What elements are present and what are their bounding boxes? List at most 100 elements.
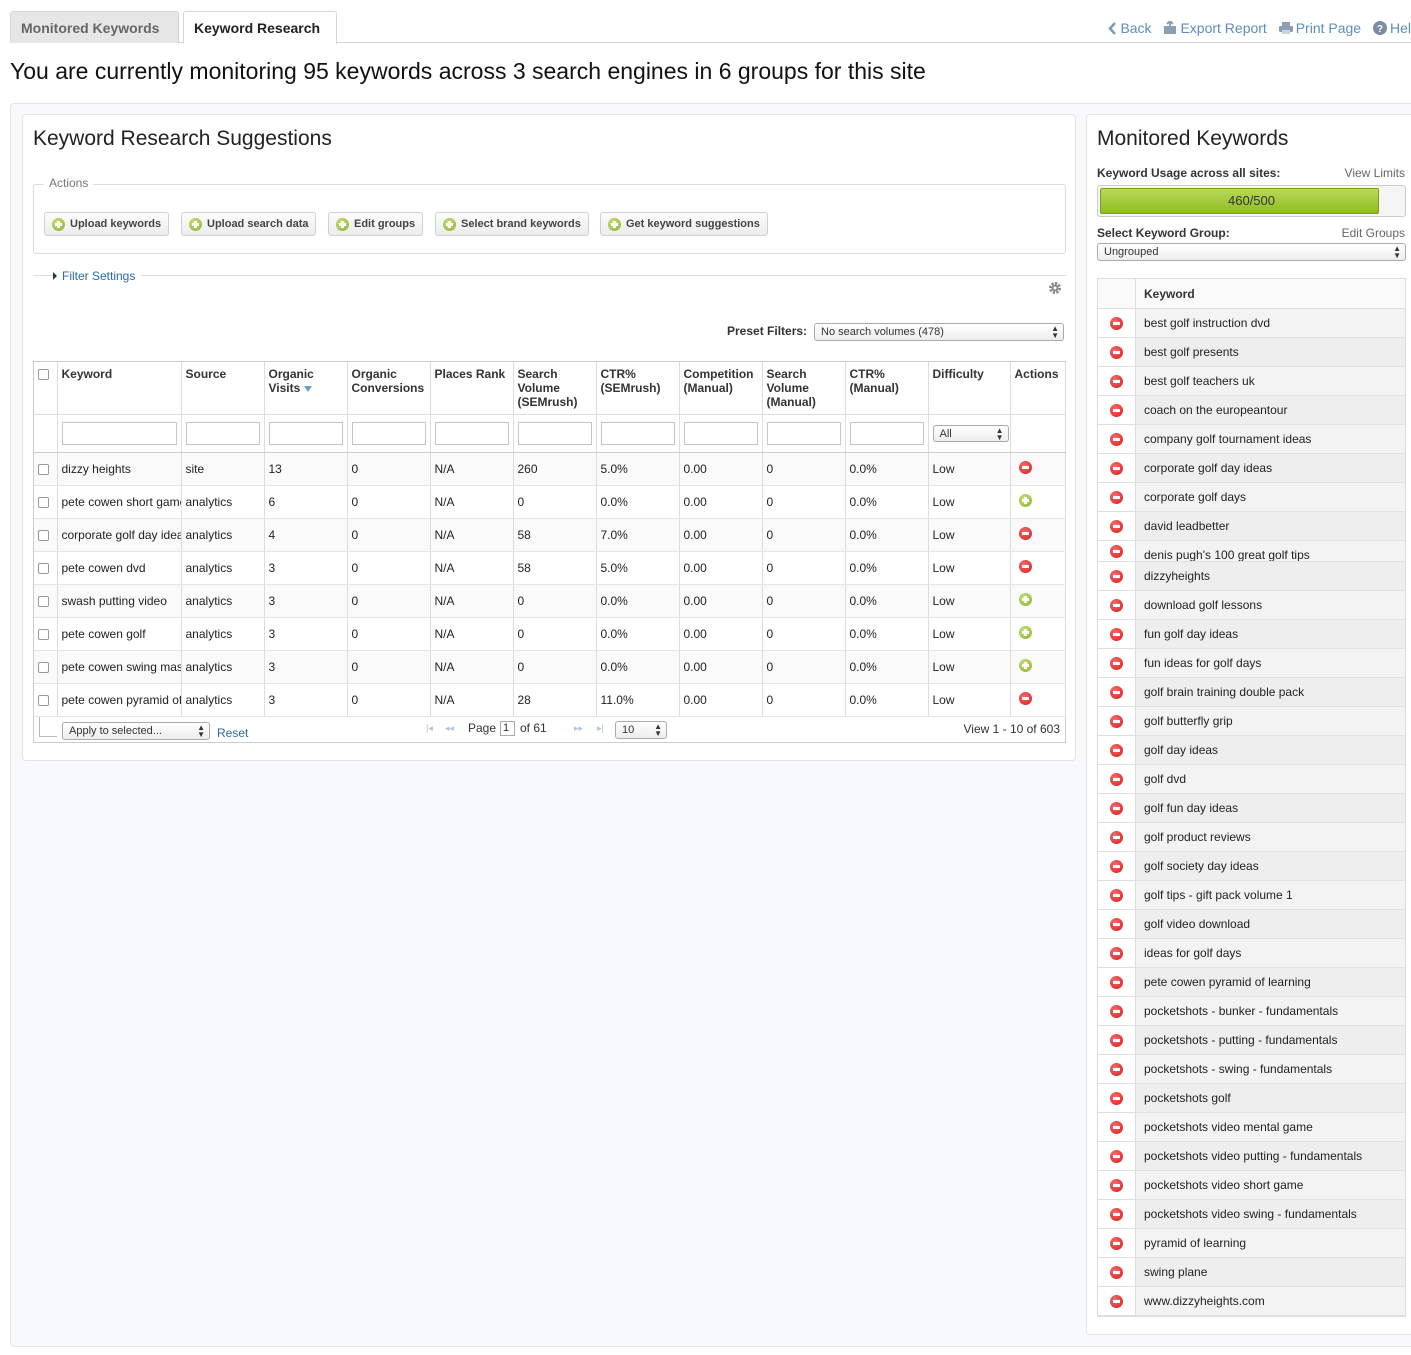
row-checkbox[interactable] xyxy=(38,694,49,706)
ctr-manual-filter-input[interactable] xyxy=(849,421,924,445)
remove-keyword-icon[interactable] xyxy=(1110,1033,1123,1047)
remove-keyword-icon[interactable] xyxy=(1110,519,1123,533)
source-filter-input[interactable] xyxy=(185,421,260,445)
select-all-checkbox[interactable] xyxy=(38,369,49,381)
column-header[interactable]: Organic Conversions xyxy=(347,362,431,415)
remove-keyword-icon[interactable] xyxy=(1110,432,1123,446)
prev-page-icon[interactable]: ◂◂ xyxy=(445,723,454,734)
column-header[interactable]: Source xyxy=(181,362,265,415)
add-keyword-icon[interactable] xyxy=(1018,625,1032,639)
remove-keyword-icon[interactable] xyxy=(1110,345,1123,359)
row-checkbox[interactable] xyxy=(38,562,49,574)
remove-keyword-icon[interactable] xyxy=(1110,772,1123,786)
help-link[interactable]: ? Hel xyxy=(1372,20,1411,36)
remove-keyword-icon[interactable] xyxy=(1018,526,1032,540)
select-brand-keywords-button[interactable]: Select brand keywords xyxy=(435,212,589,236)
reset-link[interactable]: Reset xyxy=(217,726,248,740)
next-page-icon[interactable]: ▸▸ xyxy=(574,723,583,734)
remove-keyword-icon[interactable] xyxy=(1110,1207,1123,1221)
filter-settings-toggle[interactable]: Filter Settings xyxy=(53,269,142,283)
column-header[interactable]: CTR% (Manual) xyxy=(845,362,929,415)
remove-keyword-icon[interactable] xyxy=(1110,627,1123,641)
add-keyword-icon[interactable] xyxy=(1018,592,1032,606)
visits-filter-input[interactable] xyxy=(268,421,343,445)
remove-keyword-icon[interactable] xyxy=(1110,374,1123,388)
remove-keyword-icon[interactable] xyxy=(1110,1265,1123,1279)
column-header[interactable]: Keyword xyxy=(57,362,182,415)
cell-places[interactable]: N/A xyxy=(430,518,514,552)
row-checkbox[interactable] xyxy=(38,529,49,541)
print-page-link[interactable]: Print Page xyxy=(1278,20,1361,36)
edit-groups-button[interactable]: Edit groups xyxy=(328,212,424,236)
first-page-icon[interactable]: |◂ xyxy=(426,723,433,734)
cell-places[interactable]: N/A xyxy=(430,683,514,717)
difficulty-filter-select[interactable]: All ▲ ▼ xyxy=(932,424,1009,442)
column-header[interactable]: Places Rank xyxy=(430,362,514,415)
per-page-select[interactable]: 10 ▲ ▼ xyxy=(615,720,667,739)
row-checkbox[interactable] xyxy=(38,628,49,640)
remove-keyword-icon[interactable] xyxy=(1018,691,1032,705)
remove-keyword-icon[interactable] xyxy=(1110,743,1123,757)
get-keyword-suggestions-button[interactable]: Get keyword suggestions xyxy=(600,212,768,236)
competition-filter-input[interactable] xyxy=(683,421,758,445)
remove-keyword-icon[interactable] xyxy=(1018,559,1032,573)
view-limits-link[interactable]: View Limits xyxy=(1345,166,1405,180)
row-checkbox[interactable] xyxy=(38,661,49,673)
remove-keyword-icon[interactable] xyxy=(1110,569,1123,583)
upload-keywords-button[interactable]: Upload keywords xyxy=(44,212,170,236)
row-checkbox[interactable] xyxy=(38,595,49,607)
keyword-group-select[interactable]: Ungrouped ▲ ▼ xyxy=(1097,243,1406,261)
export-report-link[interactable]: Export Report xyxy=(1163,19,1267,36)
row-checkbox[interactable] xyxy=(38,463,49,475)
conversions-filter-input[interactable] xyxy=(351,421,426,445)
cell-places[interactable]: N/A xyxy=(430,452,514,486)
column-header[interactable]: CTR% (SEMrush) xyxy=(596,362,680,415)
edit-groups-link[interactable]: Edit Groups xyxy=(1342,226,1405,240)
back-link[interactable]: Back xyxy=(1108,20,1152,36)
cell-places[interactable]: N/A xyxy=(430,551,514,585)
remove-keyword-icon[interactable] xyxy=(1110,403,1123,417)
places-filter-input[interactable] xyxy=(434,421,509,445)
remove-keyword-icon[interactable] xyxy=(1110,917,1123,931)
remove-keyword-icon[interactable] xyxy=(1110,544,1123,558)
apply-to-selected-select[interactable]: Apply to selected... ▲ ▼ xyxy=(62,721,210,740)
preset-filters-select[interactable]: No search volumes (478) ▲ ▼ xyxy=(814,323,1064,341)
remove-keyword-icon[interactable] xyxy=(1110,1149,1123,1163)
tab-monitored-keywords[interactable]: Monitored Keywords xyxy=(10,11,179,43)
remove-keyword-icon[interactable] xyxy=(1110,685,1123,699)
remove-keyword-icon[interactable] xyxy=(1110,1091,1123,1105)
remove-keyword-icon[interactable] xyxy=(1110,946,1123,960)
remove-keyword-icon[interactable] xyxy=(1110,859,1123,873)
upload-search-data-button[interactable]: Upload search data xyxy=(181,212,317,236)
remove-keyword-icon[interactable] xyxy=(1110,830,1123,844)
volume-manual-filter-input[interactable] xyxy=(766,421,841,445)
remove-keyword-icon[interactable] xyxy=(1110,1236,1123,1250)
column-header[interactable]: Difficulty xyxy=(928,362,1011,415)
remove-keyword-icon[interactable] xyxy=(1110,1120,1123,1134)
column-header[interactable]: Search Volume (Manual) xyxy=(762,362,846,415)
add-keyword-icon[interactable] xyxy=(1018,493,1032,507)
tab-keyword-research[interactable]: Keyword Research xyxy=(183,11,337,44)
remove-keyword-icon[interactable] xyxy=(1110,1004,1123,1018)
last-page-icon[interactable]: ▸| xyxy=(597,723,604,734)
remove-keyword-icon[interactable] xyxy=(1018,460,1032,474)
remove-keyword-icon[interactable] xyxy=(1110,1062,1123,1076)
remove-keyword-icon[interactable] xyxy=(1110,461,1123,475)
remove-keyword-icon[interactable] xyxy=(1110,714,1123,728)
remove-keyword-icon[interactable] xyxy=(1110,975,1123,989)
remove-keyword-icon[interactable] xyxy=(1110,490,1123,504)
add-keyword-icon[interactable] xyxy=(1018,658,1032,672)
row-checkbox[interactable] xyxy=(38,496,49,508)
remove-keyword-icon[interactable] xyxy=(1110,598,1123,612)
column-header[interactable]: Organic Visits xyxy=(264,362,348,415)
volume-filter-input[interactable] xyxy=(517,421,592,445)
remove-keyword-icon[interactable] xyxy=(1110,801,1123,815)
column-header[interactable]: Competition (Manual) xyxy=(679,362,763,415)
ctr-filter-input[interactable] xyxy=(600,421,675,445)
remove-keyword-icon[interactable] xyxy=(1110,1294,1123,1308)
remove-keyword-icon[interactable] xyxy=(1110,1178,1123,1192)
keyword-filter-input[interactable] xyxy=(61,421,177,445)
remove-keyword-icon[interactable] xyxy=(1110,888,1123,902)
column-header[interactable]: Search Volume (SEMrush) xyxy=(513,362,597,415)
remove-keyword-icon[interactable] xyxy=(1110,656,1123,670)
